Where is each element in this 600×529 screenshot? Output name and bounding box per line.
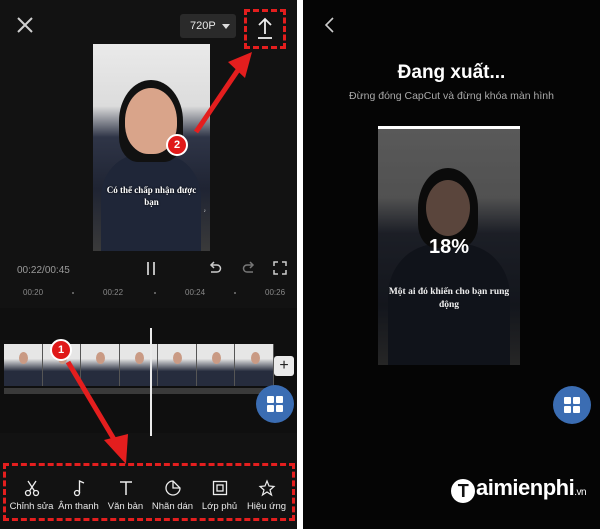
- add-clip-button[interactable]: +: [274, 356, 294, 376]
- ruler-tick: 00:24: [185, 288, 206, 297]
- ruler-tick: 00:20: [23, 288, 44, 297]
- time-current: 00:22: [17, 265, 43, 276]
- playback-time: 00:22/00:45: [17, 265, 70, 276]
- effects-icon: [258, 478, 275, 496]
- clip-frame: [235, 344, 275, 386]
- back-icon[interactable]: [323, 16, 337, 34]
- overlay-icon: [212, 480, 227, 495]
- resolution-select[interactable]: 720P: [180, 14, 236, 38]
- export-screen: Đang xuất... Đừng đóng CapCut và đừng kh…: [303, 0, 600, 529]
- export-progress-bar: [378, 126, 520, 129]
- undo-icon[interactable]: [208, 261, 222, 275]
- export-button[interactable]: [244, 9, 286, 49]
- ruler-dot: [72, 292, 74, 294]
- scissors-icon: [24, 480, 39, 496]
- logo-name: aimienphi: [476, 475, 575, 500]
- export-subtitle: Đừng đóng CapCut và đừng khóa màn hình: [349, 90, 554, 102]
- video-preview[interactable]: Có thể chấp nhận được bạn ♪: [93, 44, 210, 251]
- upload-icon: [258, 17, 272, 39]
- export-progress-percent: 18%: [428, 236, 470, 258]
- ruler-tick: 00:22: [103, 288, 124, 297]
- clip-frame: [81, 344, 120, 386]
- close-icon[interactable]: [14, 14, 36, 36]
- clip-frame: [158, 344, 197, 386]
- tool-label: Lớp phủ: [201, 500, 238, 512]
- tool-label: Hiệu ứng: [246, 500, 287, 512]
- ruler-dot: [154, 292, 156, 294]
- tiktok-watermark-icon: ♪: [203, 208, 207, 214]
- chevron-down-icon: [222, 24, 230, 29]
- video-clip-strip[interactable]: [4, 344, 275, 386]
- sticker-icon: [164, 479, 181, 496]
- redo-icon[interactable]: [242, 261, 256, 275]
- logo-letter: T: [451, 479, 475, 503]
- step-1-badge: 1: [50, 339, 72, 361]
- fullscreen-icon[interactable]: [273, 261, 287, 275]
- clip-frame: [4, 344, 43, 386]
- resolution-value: 720P: [190, 20, 216, 32]
- step-2-badge: 2: [166, 134, 188, 156]
- taimienphi-logo: Taimienphi.vn: [451, 475, 587, 503]
- grid-menu-button[interactable]: [256, 385, 294, 423]
- tool-audio[interactable]: Âm thanh: [56, 473, 102, 512]
- time-total: 00:45: [44, 265, 70, 276]
- music-note-icon: [73, 479, 84, 496]
- logo-suffix: .vn: [574, 487, 587, 498]
- export-preview: 18% Một ai đó khiến cho bạn rung động: [378, 126, 520, 365]
- tool-label: Chỉnh sửa: [9, 500, 54, 512]
- ruler-dot: [234, 292, 236, 294]
- pause-icon[interactable]: [145, 262, 157, 275]
- tool-overlay[interactable]: Lớp phủ: [197, 473, 243, 512]
- text-icon: [119, 480, 132, 495]
- timeline-ruler: 00:20 00:22 00:24 00:26: [0, 285, 297, 299]
- tool-effects[interactable]: Hiệu ứng: [244, 473, 290, 512]
- clip-frame: [196, 344, 236, 386]
- tool-label: Văn bản: [107, 500, 144, 512]
- audio-track: [4, 388, 274, 394]
- clip-frame: [119, 344, 159, 386]
- playhead[interactable]: [150, 328, 152, 436]
- tool-sticker[interactable]: Nhãn dán: [150, 473, 196, 512]
- bottom-toolbar: Chỉnh sửa Âm thanh Văn bản Nhãn dán Lớp …: [3, 463, 295, 521]
- tool-edit[interactable]: Chỉnh sửa: [9, 473, 55, 512]
- grid-menu-button[interactable]: [553, 386, 591, 424]
- editor-screen: 720P Có thể chấp nhận được bạn ♪ 00:22/0…: [0, 0, 297, 529]
- tool-label: Nhãn dán: [151, 500, 194, 512]
- preview-caption: Một ai đó khiến cho bạn rung động: [388, 287, 510, 310]
- tool-text[interactable]: Văn bản: [103, 473, 149, 512]
- video-caption: Có thể chấp nhận được bạn: [106, 185, 197, 207]
- ruler-tick: 00:26: [265, 288, 286, 297]
- export-title: Đang xuất...: [397, 62, 506, 83]
- tool-label: Âm thanh: [58, 500, 99, 512]
- timeline[interactable]: +: [0, 308, 297, 436]
